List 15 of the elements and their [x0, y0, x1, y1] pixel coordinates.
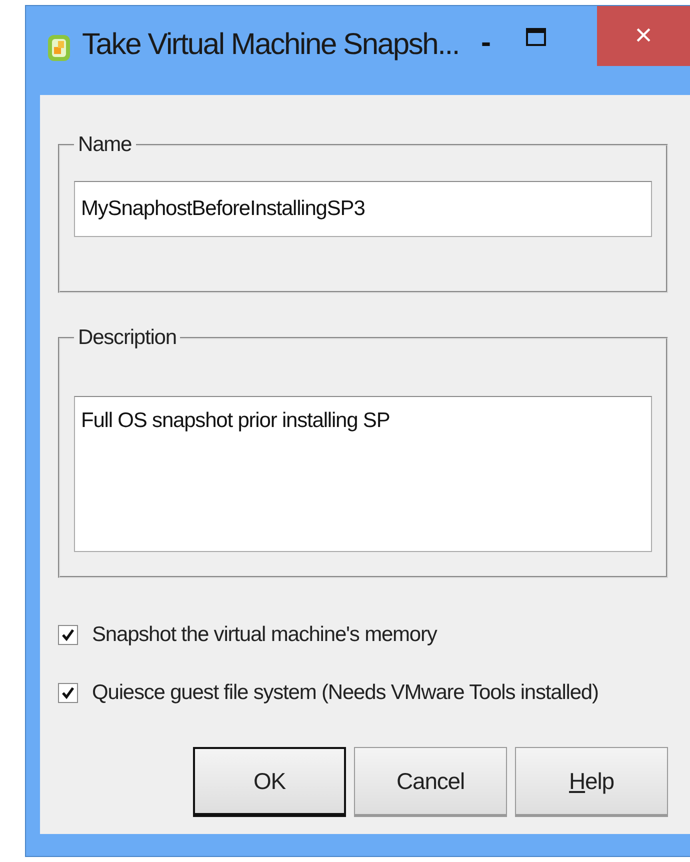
- checkbox-label: Quiesce guest file system (Needs VMware Tools installed): [92, 681, 598, 705]
- dialog-button[interactable]: Cancel: [354, 747, 507, 817]
- close-button[interactable]: ×: [597, 6, 690, 66]
- dialog-button[interactable]: Help: [515, 747, 668, 817]
- minimize-button[interactable]: -: [481, 28, 492, 58]
- checkbox-label: Snapshot the virtual machine's memory: [92, 623, 437, 647]
- description-field[interactable]: Full OS snapshot prior installing SP: [74, 396, 652, 552]
- maximize-button[interactable]: [526, 28, 546, 46]
- dialog-button[interactable]: OK: [193, 747, 346, 817]
- group-label: Description: [77, 326, 178, 350]
- checkbox[interactable]: [58, 683, 78, 703]
- checkbox[interactable]: [58, 625, 78, 645]
- window-title: Take Virtual Machine Snapsh...: [82, 28, 460, 62]
- name-field[interactable]: MySnaphostBeforeInstallingSP3: [74, 181, 652, 237]
- group-label: Name: [77, 133, 133, 157]
